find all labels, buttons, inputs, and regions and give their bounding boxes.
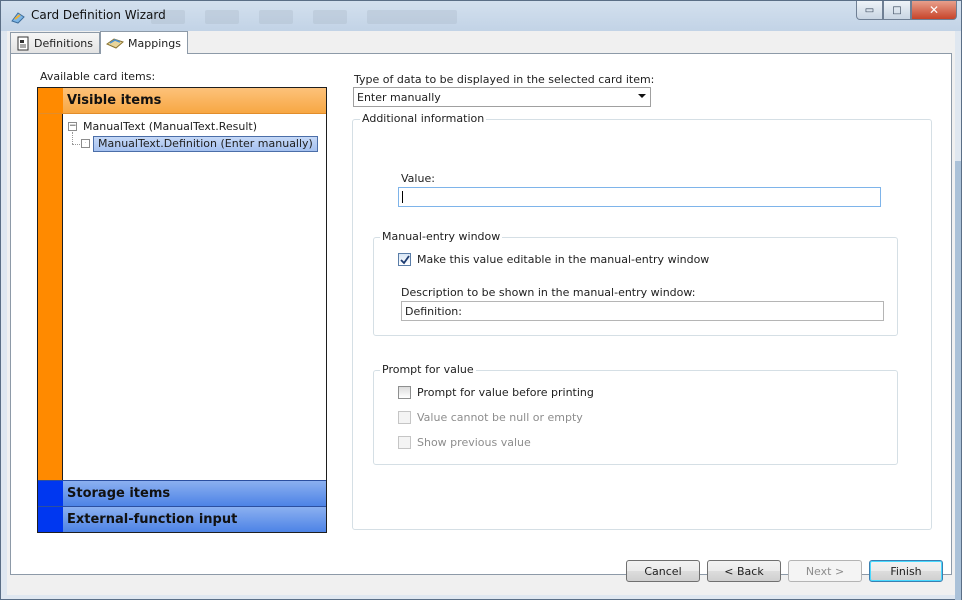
next-button: Next > [788,560,862,582]
tree-node-selected[interactable]: ManualText.Definition (Enter manually) [93,135,318,152]
tab-definitions[interactable]: Definitions [10,32,100,54]
show-previous-checkbox-row: Show previous value [398,436,531,449]
prompt-for-value-group: Prompt for value Prompt for value before… [373,363,898,465]
data-type-dropdown[interactable]: Enter manually [353,87,651,107]
tab-mappings-label: Mappings [128,36,181,50]
category-storage-items[interactable]: Storage items [38,480,326,506]
mapping-icon [106,38,124,49]
available-items-label: Available card items: [40,70,156,83]
tab-strip: Definitions Mappings [10,31,188,54]
maximize-icon: □ [892,4,902,16]
description-label: Description to be shown in the manual-en… [401,286,696,299]
prompt-for-value-title: Prompt for value [380,363,476,376]
checkmark-icon [399,254,410,264]
background-toolbar [151,5,671,29]
show-previous-checkbox-label: Show previous value [417,436,531,449]
category-external-function-input[interactable]: External-function input [38,506,326,532]
app-icon [11,12,25,24]
text-caret [402,191,403,203]
value-label: Value: [401,172,435,185]
editable-checkbox-label: Make this value editable in the manual-e… [417,253,710,266]
description-input-text: Definition: [405,304,462,318]
data-type-value: Enter manually [357,90,441,104]
close-icon: ✕ [928,3,940,17]
manual-entry-group: Manual-entry window Make this value edit… [373,230,898,336]
manual-entry-title: Manual-entry window [380,230,503,243]
category-color-bar [38,88,63,113]
back-button[interactable]: < Back [707,560,781,582]
prompt-checkbox-label: Prompt for value before printing [417,386,594,399]
minimize-icon: ▭ [864,4,875,16]
tab-mappings[interactable]: Mappings [100,31,188,54]
tree-node-manualtext[interactable]: − ManualText (ManualText.Result) [68,118,324,135]
category-side-strip [38,114,63,480]
category-color-bar [38,481,63,506]
value-input[interactable] [398,187,881,207]
window-controls: ▭ □ ✕ [856,1,957,20]
close-button[interactable]: ✕ [911,1,957,20]
not-null-checkbox-row: Value cannot be null or empty [398,411,583,424]
cancel-button[interactable]: Cancel [626,560,700,582]
category-visible-label: Visible items [67,93,162,108]
window-title: Card Definition Wizard [31,8,166,22]
leaf-icon: · [81,139,90,148]
document-icon [17,36,29,51]
mappings-panel: Available card items: Visible items − Ma… [10,53,952,575]
minimize-button[interactable]: ▭ [856,1,883,20]
client-area: Definitions Mappings Available card item… [7,31,955,595]
category-visible-items[interactable]: Visible items [38,88,326,114]
not-null-checkbox-label: Value cannot be null or empty [417,411,583,424]
additional-information-title: Additional information [360,112,487,125]
editable-checkbox-row[interactable]: Make this value editable in the manual-e… [398,253,709,266]
editable-checkbox[interactable] [398,253,411,266]
category-storage-label: Storage items [67,486,171,501]
tree-node-label: ManualText.Definition (Enter manually) [98,137,313,150]
prompt-checkbox-row[interactable]: Prompt for value before printing [398,386,594,399]
prompt-checkbox[interactable] [398,386,411,399]
card-items-tree: − ManualText (ManualText.Result) · Manua… [68,118,324,152]
card-items-navigator: Visible items − ManualText (ManualText.R… [37,87,327,533]
additional-information-group: Additional information Value: Manual-ent… [352,112,932,530]
data-type-label: Type of data to be displayed in the sele… [354,73,655,86]
category-color-bar [38,507,63,532]
tree-node-label: ManualText (ManualText.Result) [83,120,258,133]
show-previous-checkbox [398,436,411,449]
tree-node-definition[interactable]: · ManualText.Definition (Enter manually) [68,135,324,152]
wizard-window: Card Definition Wizard ▭ □ ✕ Definitions… [0,0,962,600]
window-edge [955,161,961,600]
finish-button[interactable]: Finish [869,560,943,582]
tab-definitions-label: Definitions [34,37,93,50]
chevron-down-icon [638,94,646,98]
category-external-label: External-function input [67,512,238,527]
collapse-icon[interactable]: − [68,122,77,131]
description-input[interactable]: Definition: [401,301,884,321]
not-null-checkbox [398,411,411,424]
title-bar[interactable]: Card Definition Wizard ▭ □ ✕ [1,1,961,31]
maximize-button[interactable]: □ [883,1,911,20]
